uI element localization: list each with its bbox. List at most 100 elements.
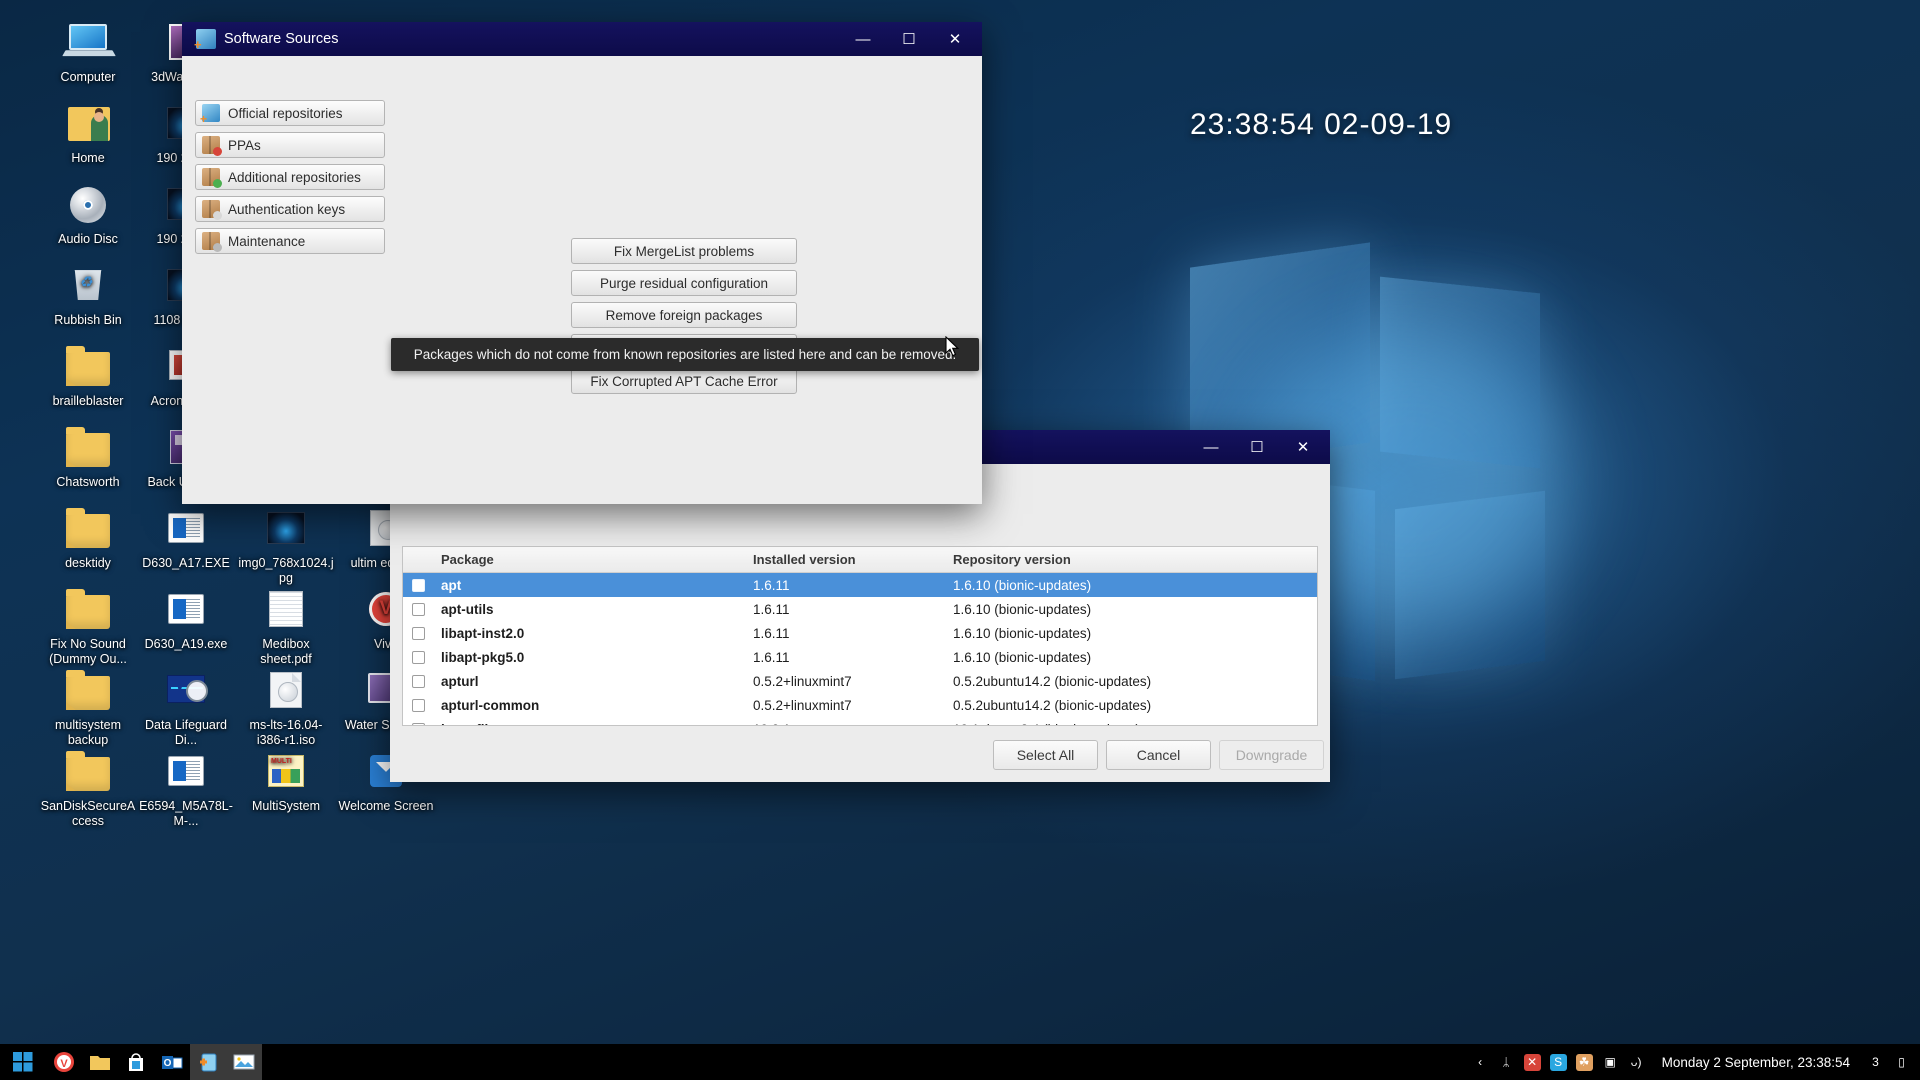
checkbox-icon[interactable] <box>412 723 425 727</box>
cell-repository-version: 1.6.10 (bionic-updates) <box>943 626 1317 641</box>
desktop-icon-sandisksecureaccess[interactable]: SanDiskSecureAccess <box>38 749 138 829</box>
table-row[interactable]: libapt-inst2.01.6.111.6.10 (bionic-updat… <box>403 621 1317 645</box>
maximize-button[interactable]: ☐ <box>1234 430 1280 464</box>
table-row[interactable]: base-files19.0.110.1ubuntu2.4 (bionic-up… <box>403 717 1317 726</box>
show-desktop-icon[interactable]: ▯ <box>1893 1054 1910 1071</box>
sidebar-item-maintenance[interactable]: Maintenance <box>195 228 385 254</box>
desktop-icon-label: desktidy <box>38 556 138 571</box>
row-checkbox-cell[interactable] <box>403 579 431 592</box>
desktop-icon-medibox-sheet-pdf[interactable]: Medibox sheet.pdf <box>236 587 336 667</box>
close-button[interactable]: ✕ <box>1280 430 1326 464</box>
checkbox-icon[interactable] <box>412 651 425 664</box>
bluetooth-tray-icon[interactable]: ᛦ <box>1498 1054 1515 1071</box>
select-all-button[interactable]: Select All <box>993 740 1098 770</box>
minimize-button[interactable]: — <box>840 22 886 56</box>
software-sources-title: Software Sources <box>224 31 840 47</box>
desktop-icon-fix-no-sound-dummy-ou[interactable]: Fix No Sound (Dummy Ou... <box>38 587 138 667</box>
action-button-remove-foreign-packages[interactable]: Remove foreign packages <box>571 302 797 328</box>
checkbox-icon[interactable] <box>412 699 425 712</box>
sidebar-item-additional-repositories[interactable]: Additional repositories <box>195 164 385 190</box>
rubbish-bin-icon <box>64 263 112 309</box>
close-button[interactable]: ✕ <box>932 22 978 56</box>
sidebar-item-label: Maintenance <box>228 234 305 249</box>
cancel-button[interactable]: Cancel <box>1106 740 1211 770</box>
ppa-icon <box>202 136 220 154</box>
cell-installed-version: 0.5.2+linuxmint7 <box>743 698 943 713</box>
maximize-button[interactable]: ☐ <box>886 22 932 56</box>
desktop-icon-rubbish-bin[interactable]: Rubbish Bin <box>38 263 138 328</box>
desktop-icon-chatsworth[interactable]: Chatsworth <box>38 425 138 490</box>
desktop-icon-label: Rubbish Bin <box>38 313 138 328</box>
row-checkbox-cell[interactable] <box>403 699 431 712</box>
taskbar[interactable]: V O ‹ ᛦ ✕ S ☘ ▣ ᴗ) Monday 2 September, 23:38:54… <box>0 1044 1920 1080</box>
notification-count[interactable]: 3 <box>1867 1054 1884 1071</box>
skype-tray-icon[interactable]: S <box>1550 1054 1567 1071</box>
checkbox-icon[interactable] <box>412 627 425 640</box>
action-button-purge-residual-configuration[interactable]: Purge residual configuration <box>571 270 797 296</box>
outlook-taskbar-icon[interactable]: O <box>154 1044 190 1080</box>
desktop-icon-label: Welcome Screen <box>336 799 436 814</box>
desktop-icon-ms-lts-16-04-i386-r1-iso[interactable]: ms-lts-16.04-i386-r1.iso <box>236 668 336 748</box>
file-manager-taskbar-icon[interactable] <box>82 1044 118 1080</box>
table-row[interactable]: apt1.6.111.6.10 (bionic-updates) <box>403 573 1317 597</box>
row-checkbox-cell[interactable] <box>403 603 431 616</box>
vivaldi-taskbar-icon[interactable]: V <box>46 1044 82 1080</box>
row-checkbox-cell[interactable] <box>403 651 431 664</box>
checkbox-icon[interactable] <box>412 579 425 592</box>
cell-package: apt-utils <box>431 602 743 617</box>
package-list[interactable]: Package Installed version Repository ver… <box>402 546 1318 726</box>
software-sources-window[interactable]: Software Sources — ☐ ✕ Official reposito… <box>182 22 982 504</box>
action-button-fix-mergelist-problems[interactable]: Fix MergeList problems <box>571 238 797 264</box>
desktop-icon-audio-disc[interactable]: Audio Disc <box>38 182 138 247</box>
desktop-icon-brailleblaster[interactable]: brailleblaster <box>38 344 138 409</box>
row-checkbox-cell[interactable] <box>403 723 431 727</box>
additional-repositories-icon <box>202 168 220 186</box>
action-button-fix-corrupted-apt-cache-error[interactable]: Fix Corrupted APT Cache Error <box>571 368 797 394</box>
desktop-icon-home[interactable]: Home <box>38 101 138 166</box>
desktop-icon-img0-768x1024-jpg[interactable]: img0_768x1024.jpg <box>236 506 336 586</box>
desktop-icon-d630-a17-exe[interactable]: D630_A17.EXE <box>136 506 236 571</box>
checkbox-icon[interactable] <box>412 603 425 616</box>
checkbox-icon[interactable] <box>412 675 425 688</box>
windows-start-icon[interactable] <box>0 1044 46 1080</box>
tray-icon-list: ‹ ᛦ ✕ S ☘ ▣ ᴗ) <box>1472 1054 1645 1071</box>
column-repository-version: Repository version <box>943 552 1317 567</box>
downgrade-button: Downgrade <box>1219 740 1324 770</box>
sidebar-item-label: Additional repositories <box>228 170 361 185</box>
desktop-icon-computer[interactable]: Computer <box>38 20 138 85</box>
taskbar-clock[interactable]: Monday 2 September, 23:38:54 <box>1654 1055 1858 1070</box>
row-checkbox-cell[interactable] <box>403 675 431 688</box>
multisystem-icon <box>262 749 310 795</box>
sidebar-item-official-repositories[interactable]: Official repositories <box>195 100 385 126</box>
table-row[interactable]: apturl0.5.2+linuxmint70.5.2ubuntu14.2 (b… <box>403 669 1317 693</box>
sidebar-item-ppas[interactable]: PPAs <box>195 132 385 158</box>
volume-tray-icon[interactable]: ᴗ) <box>1628 1054 1645 1071</box>
minimize-button[interactable]: — <box>1188 430 1234 464</box>
folder-icon <box>64 344 112 390</box>
sidebar-item-authentication-keys[interactable]: Authentication keys <box>195 196 385 222</box>
table-row[interactable]: apturl-common0.5.2+linuxmint70.5.2ubuntu… <box>403 693 1317 717</box>
desktop-icon-label: Data Lifeguard Di... <box>136 718 236 748</box>
audio-disc-icon <box>64 182 112 228</box>
table-row[interactable]: apt-utils1.6.111.6.10 (bionic-updates) <box>403 597 1317 621</box>
desktop-icon-multisystem-backup[interactable]: multisystem backup <box>38 668 138 748</box>
update-tray-icon[interactable]: ☘ <box>1576 1054 1593 1071</box>
svg-text:V: V <box>60 1058 68 1070</box>
iso-file-icon <box>262 668 310 714</box>
store-taskbar-icon[interactable] <box>118 1044 154 1080</box>
network-tray-icon[interactable]: ▣ <box>1602 1054 1619 1071</box>
desktop-icon-desktidy[interactable]: desktidy <box>38 506 138 571</box>
security-alert-tray-icon[interactable]: ✕ <box>1524 1054 1541 1071</box>
desktop-icon-data-lifeguard-di[interactable]: Data Lifeguard Di... <box>136 668 236 748</box>
table-row[interactable]: libapt-pkg5.01.6.111.6.10 (bionic-update… <box>403 645 1317 669</box>
desktop-icon-multisystem[interactable]: MultiSystem <box>236 749 336 814</box>
downgrade-window-controls: — ☐ ✕ <box>1188 430 1326 464</box>
cell-repository-version: 0.5.2ubuntu14.2 (bionic-updates) <box>943 674 1317 689</box>
image-viewer-taskbar-icon[interactable] <box>226 1044 262 1080</box>
desktop-icon-e6594-m5a78l-m[interactable]: E6594_M5A78L-M-... <box>136 749 236 829</box>
show-hidden-icons-chevron[interactable]: ‹ <box>1472 1054 1489 1071</box>
desktop-icon-d630-a19-exe[interactable]: D630_A19.exe <box>136 587 236 652</box>
row-checkbox-cell[interactable] <box>403 627 431 640</box>
software-sources-titlebar[interactable]: Software Sources — ☐ ✕ <box>182 22 982 56</box>
software-sources-taskbar-icon[interactable] <box>190 1044 226 1080</box>
